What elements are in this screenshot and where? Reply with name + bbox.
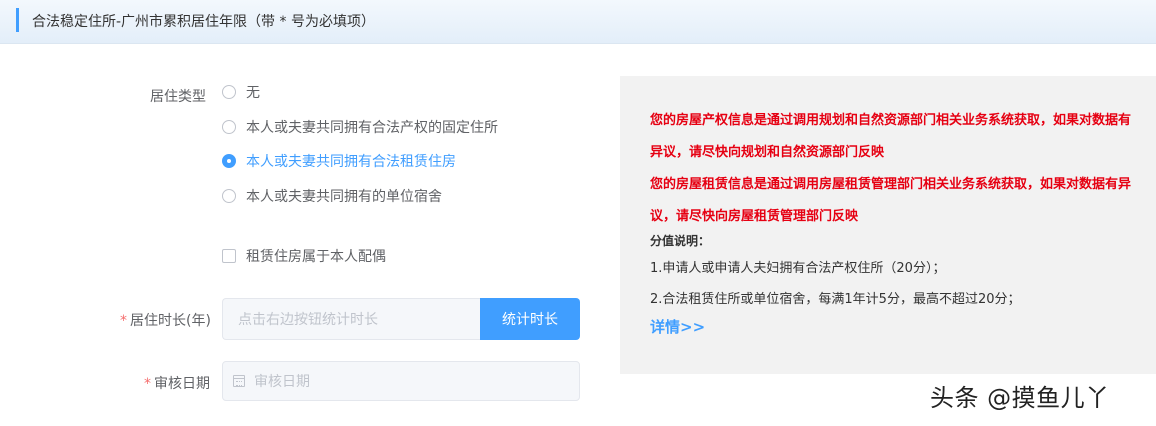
duration-label-text: 居住时长(年) (130, 313, 211, 329)
score-item: 1.申请人或申请人夫妇拥有合法产权住所（20分）； (650, 261, 946, 276)
radio-option-label: 无 (246, 85, 260, 101)
rental-data-notice: 您的房屋租赁信息是通过调用房屋租赁管理部门相关业务系统获取，如果对数据有异议，请… (650, 177, 1132, 224)
calculate-duration-button[interactable]: 统计时长 (480, 298, 580, 340)
radio-option-none[interactable]: 无 (222, 82, 260, 102)
checkbox-square-icon (222, 249, 236, 263)
radio-checked-icon (222, 154, 236, 168)
score-item: 2.合法租赁住所或单位宿舍，每满1年计5分，最高不超过20分； (650, 292, 1021, 307)
review-date-label-text: 审核日期 (154, 376, 210, 392)
radio-option-owned-property[interactable]: 本人或夫妻共同拥有合法产权的固定住所 (222, 117, 498, 137)
residence-type-label: 居住类型 (150, 89, 206, 105)
required-asterisk: * (144, 376, 151, 392)
radio-option-rental-housing[interactable]: 本人或夫妻共同拥有合法租赁住房 (222, 151, 456, 171)
page-header: 合法稳定住所-广州市累积居住年限（带 * 号为必填项） (0, 0, 1156, 44)
details-link[interactable]: 详情>> (650, 316, 705, 337)
review-date-label: * 审核日期 (144, 373, 210, 393)
info-panel: 您的房屋产权信息是通过调用规划和自然资源部门相关业务系统获取，如果对数据有异议，… (620, 76, 1156, 374)
header-accent-bar (16, 8, 19, 32)
review-date-input[interactable]: 审核日期 (222, 361, 580, 401)
page-title: 合法稳定住所-广州市累积居住年限（带 * 号为必填项） (32, 14, 375, 30)
checkbox-label: 租赁住房属于本人配偶 (246, 249, 386, 265)
property-data-notice: 您的房屋产权信息是通过调用规划和自然资源部门相关业务系统获取，如果对数据有异议，… (650, 113, 1132, 160)
calendar-icon (233, 375, 245, 387)
radio-circle-icon (222, 189, 236, 203)
radio-option-label: 本人或夫妻共同拥有的单位宿舍 (246, 189, 442, 205)
review-date-placeholder: 审核日期 (254, 374, 310, 390)
radio-option-label: 本人或夫妻共同拥有合法租赁住房 (246, 154, 456, 170)
radio-option-label: 本人或夫妻共同拥有合法产权的固定住所 (246, 120, 498, 136)
radio-circle-icon (222, 120, 236, 134)
required-asterisk: * (120, 313, 127, 329)
duration-placeholder: 点击右边按钮统计时长 (238, 312, 378, 328)
radio-option-dormitory[interactable]: 本人或夫妻共同拥有的单位宿舍 (222, 186, 442, 206)
duration-label: * 居住时长(年) (120, 310, 211, 330)
spouse-rental-checkbox[interactable]: 租赁住房属于本人配偶 (222, 246, 386, 266)
duration-input[interactable]: 点击右边按钮统计时长 (222, 298, 482, 340)
score-description-title: 分值说明： (650, 234, 711, 248)
radio-circle-icon (222, 85, 236, 99)
watermark: 头条 @摸鱼儿丫 (930, 384, 1110, 412)
